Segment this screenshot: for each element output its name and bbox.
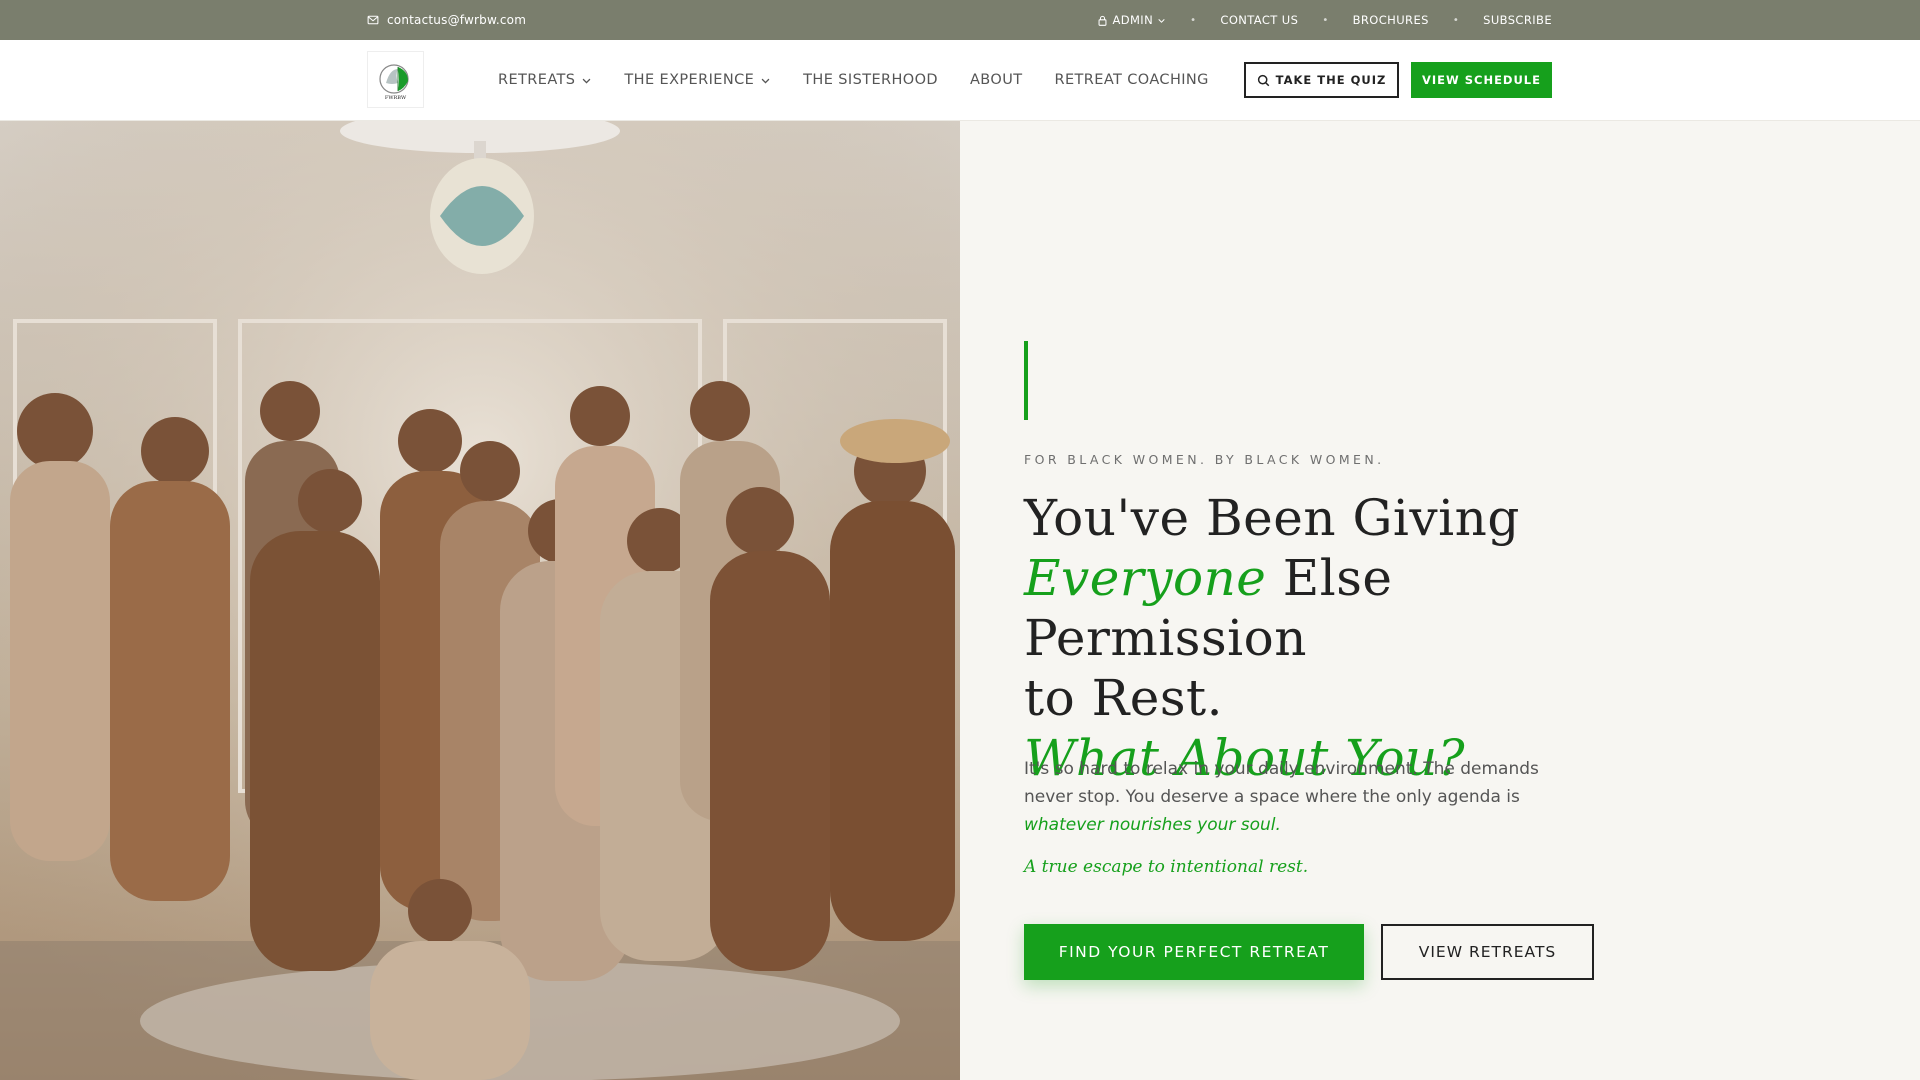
headline-line-3: to Rest. — [1024, 669, 1223, 727]
nav-item-retreat-coaching[interactable]: RETREAT COACHING — [1054, 72, 1208, 88]
view-schedule-button[interactable]: VIEW SCHEDULE — [1411, 62, 1552, 98]
utility-links: ADMIN • CONTACT US • BROCHURES • SUBSCRI… — [1097, 0, 1552, 40]
nav-item-the-sisterhood[interactable]: THE SISTERHOOD — [803, 72, 938, 88]
site-logo[interactable]: FWRBW — [367, 51, 424, 108]
separator-dot: • — [1190, 14, 1197, 26]
nav-item-retreats[interactable]: RETREATS — [498, 72, 592, 88]
separator-dot: • — [1322, 14, 1329, 26]
find-your-perfect-retreat-button[interactable]: FIND YOUR PERFECT RETREAT — [1024, 924, 1364, 980]
nav-item-about[interactable]: ABOUT — [970, 72, 1023, 88]
logo-wordmark: FWRBW — [384, 94, 407, 101]
nav-item-label: THE EXPERIENCE — [624, 72, 755, 88]
nav-item-the-experience[interactable]: THE EXPERIENCE — [624, 72, 771, 88]
find-retreat-label: FIND YOUR PERFECT RETREAT — [1058, 943, 1330, 961]
view-schedule-label: VIEW SCHEDULE — [1422, 73, 1541, 87]
headline-line-1: You've Been Giving — [1024, 489, 1520, 547]
contact-email[interactable]: contactus@fwrbw.com — [367, 0, 526, 40]
primary-menu: RETREATS THE EXPERIENCE THE SISTERHOOD A… — [498, 40, 1209, 120]
separator-dot: • — [1452, 14, 1460, 26]
admin-menu[interactable]: ADMIN — [1097, 13, 1166, 27]
nav-item-label: RETREAT COACHING — [1054, 72, 1209, 88]
brochures-link[interactable]: BROCHURES — [1353, 13, 1429, 27]
hero-eyebrow: FOR BLACK WOMEN. BY BLACK WOMEN. — [1024, 452, 1385, 467]
hero-tagline: A true escape to intentional rest. — [1024, 857, 1309, 877]
top-bar: contactus@fwrbw.com ADMIN • CONTACT US •… — [0, 0, 1920, 40]
nav-item-label: ABOUT — [969, 72, 1023, 88]
subscribe-link[interactable]: SUBSCRIBE — [1483, 13, 1552, 27]
contact-email-text: contactus@fwrbw.com — [387, 13, 527, 27]
hero-group-photo — [0, 121, 960, 1080]
lion-leaf-logo-icon — [378, 63, 409, 94]
group-of-women-photo-illustration — [0, 121, 960, 1080]
admin-label: ADMIN — [1112, 13, 1154, 27]
main-nav: FWRBW RETREATS THE EXPERIENCE THE SISTER… — [0, 40, 1920, 121]
nav-item-label: THE SISTERHOOD — [803, 72, 938, 88]
hero-headline: You've Been Giving Everyone Else Permiss… — [1024, 488, 1664, 788]
chevron-down-icon — [583, 78, 591, 83]
headline-accent-everyone: Everyone — [1024, 549, 1267, 607]
take-the-quiz-button[interactable]: TAKE THE QUIZ — [1244, 62, 1399, 98]
take-the-quiz-label: TAKE THE QUIZ — [1275, 73, 1387, 87]
chevron-down-icon — [1158, 18, 1165, 23]
lock-icon — [1098, 15, 1107, 26]
hero-body-emphasis: whatever nourishes your soul. — [1024, 815, 1281, 835]
mail-icon — [367, 15, 379, 25]
search-icon — [1257, 74, 1269, 86]
chevron-down-icon — [761, 78, 770, 83]
hero-body-main: It's so hard to relax in your daily envi… — [1024, 759, 1539, 807]
view-retreats-label: VIEW RETREATS — [1418, 943, 1557, 961]
view-retreats-button[interactable]: VIEW RETREATS — [1381, 924, 1594, 980]
hero-body-text: It's so hard to relax in your daily envi… — [1024, 755, 1544, 839]
contact-us-link[interactable]: CONTACT US — [1220, 13, 1298, 27]
nav-item-label: RETREATS — [498, 72, 576, 88]
accent-bar — [1024, 341, 1028, 420]
